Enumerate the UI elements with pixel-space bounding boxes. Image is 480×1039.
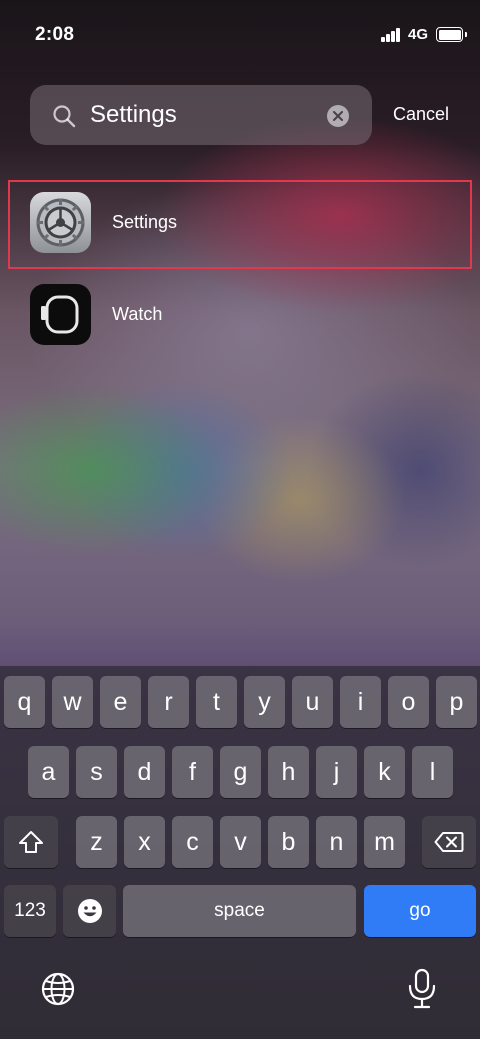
search-result-watch[interactable]: Watch xyxy=(30,284,450,346)
key-n[interactable]: n xyxy=(316,816,357,868)
settings-gear-icon xyxy=(30,192,91,253)
key-d[interactable]: d xyxy=(124,746,165,798)
key-s[interactable]: s xyxy=(76,746,117,798)
key-x[interactable]: x xyxy=(124,816,165,868)
apple-watch-icon xyxy=(30,284,91,345)
backspace-icon xyxy=(434,832,464,852)
network-type: 4G xyxy=(408,26,429,43)
key-i[interactable]: i xyxy=(340,676,381,728)
microphone-icon xyxy=(408,968,436,1009)
dictation-button[interactable] xyxy=(406,968,438,1010)
key-p[interactable]: p xyxy=(436,676,477,728)
search-result-settings[interactable]: Settings xyxy=(30,192,450,254)
key-w[interactable]: w xyxy=(52,676,93,728)
key-u[interactable]: u xyxy=(292,676,333,728)
go-key[interactable]: go xyxy=(364,885,476,937)
key-o[interactable]: o xyxy=(388,676,429,728)
search-icon xyxy=(53,105,76,128)
key-k[interactable]: k xyxy=(364,746,405,798)
status-time: 2:08 xyxy=(35,24,75,45)
key-h[interactable]: h xyxy=(268,746,309,798)
key-y[interactable]: y xyxy=(244,676,285,728)
status-bar: 2:08 4G xyxy=(0,0,480,70)
key-b[interactable]: b xyxy=(268,816,309,868)
key-t[interactable]: t xyxy=(196,676,237,728)
battery-icon xyxy=(436,27,467,42)
shift-icon xyxy=(19,831,43,853)
result-label: Settings xyxy=(112,212,178,232)
shift-key[interactable] xyxy=(4,816,58,868)
key-l[interactable]: l xyxy=(412,746,453,798)
key-g[interactable]: g xyxy=(220,746,261,798)
key-z[interactable]: z xyxy=(76,816,117,868)
clear-text-button[interactable] xyxy=(327,105,349,127)
key-j[interactable]: j xyxy=(316,746,357,798)
search-input[interactable]: Settings xyxy=(30,85,372,145)
delete-key[interactable] xyxy=(422,816,476,868)
key-v[interactable]: v xyxy=(220,816,261,868)
result-label: Watch xyxy=(112,304,163,324)
globe-icon xyxy=(41,972,75,1006)
cellular-signal-icon xyxy=(381,28,401,42)
key-r[interactable]: r xyxy=(148,676,189,728)
key-f[interactable]: f xyxy=(172,746,213,798)
cancel-button[interactable]: Cancel xyxy=(393,104,449,125)
key-a[interactable]: a xyxy=(28,746,69,798)
space-key[interactable]: space xyxy=(123,885,356,937)
key-e[interactable]: e xyxy=(100,676,141,728)
emoji-icon xyxy=(77,899,102,923)
numbers-key[interactable]: 123 xyxy=(4,885,56,937)
keyboard: q w e r t y u i o p a s d f g h j k l z … xyxy=(0,666,480,1039)
globe-button[interactable] xyxy=(40,971,76,1007)
key-c[interactable]: c xyxy=(172,816,213,868)
search-query-text: Settings xyxy=(90,101,177,128)
close-icon xyxy=(333,111,343,121)
key-m[interactable]: m xyxy=(364,816,405,868)
emoji-key[interactable] xyxy=(63,885,116,937)
key-q[interactable]: q xyxy=(4,676,45,728)
